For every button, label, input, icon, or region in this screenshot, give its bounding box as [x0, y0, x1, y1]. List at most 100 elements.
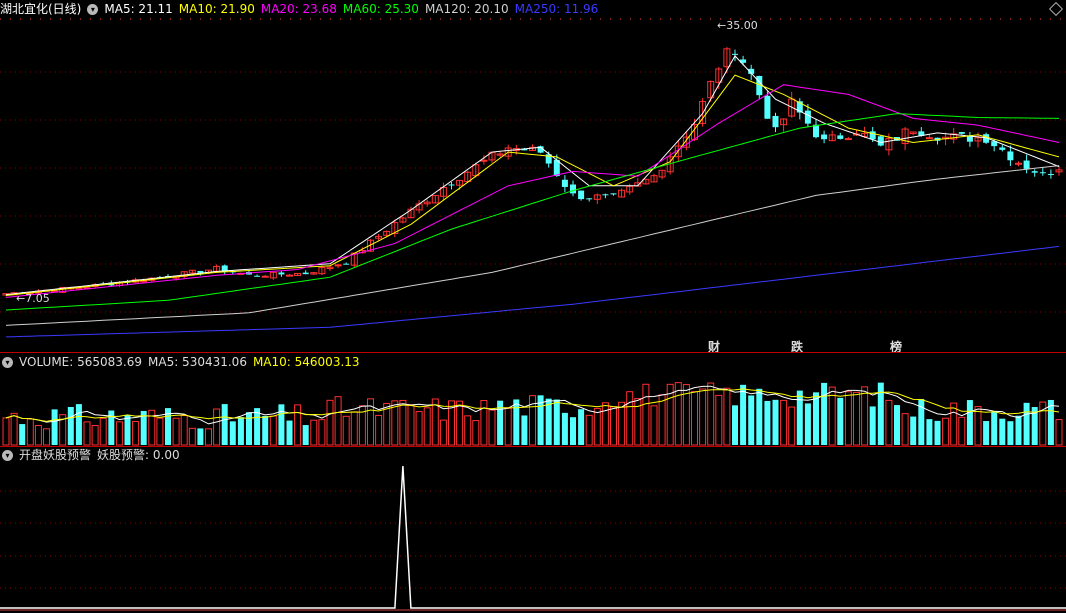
volume-bar [504, 407, 512, 446]
volume-bar [780, 399, 788, 446]
volume-bar [246, 412, 252, 445]
volume-bar [578, 409, 585, 445]
candle-body [877, 136, 884, 146]
volume-bar [699, 388, 707, 446]
candle-body [1007, 151, 1014, 161]
volume-bar [399, 399, 407, 446]
volume-bar [83, 421, 91, 446]
candle-body [925, 137, 933, 140]
volume-bar [19, 424, 26, 445]
volume-bar [326, 399, 334, 446]
volume-bar [318, 419, 326, 446]
candle-body [772, 115, 779, 128]
volume-bar [813, 392, 819, 445]
candle-body [448, 184, 455, 186]
volume-bar [837, 397, 844, 445]
volume-bar [748, 395, 755, 445]
volume-chart [2, 382, 1063, 446]
volume-bar [999, 418, 1006, 445]
volume-bar [464, 415, 472, 446]
volume-bar [75, 404, 82, 445]
volume-bar [974, 406, 982, 446]
volume-bar [869, 406, 876, 445]
volume-bar [91, 425, 99, 446]
volume-bar [480, 400, 488, 446]
volume-bar [294, 404, 302, 446]
volume-bar [796, 390, 803, 445]
volume-bar [1055, 419, 1063, 446]
volume-bar [10, 412, 18, 446]
volume-bar [334, 396, 342, 446]
volume-bar [302, 425, 309, 445]
volume-bar [197, 428, 204, 445]
volume-bar [67, 406, 74, 445]
volume-bar [934, 420, 941, 445]
high-label: ←35.00 [717, 19, 758, 32]
ma-line-ma250 [5, 245, 1060, 338]
volume-bar [26, 418, 34, 446]
volume-bar [124, 415, 131, 445]
candle-body [602, 194, 609, 196]
candle-body [821, 134, 828, 140]
volume-bar [229, 421, 236, 445]
volume-bar [618, 401, 626, 446]
volume-bar [237, 417, 244, 445]
candle-body [610, 193, 617, 195]
volume-bar [764, 400, 771, 445]
candle-body [837, 135, 844, 139]
volume-bar [472, 420, 480, 446]
volume-bar [423, 407, 431, 446]
volume-bar [205, 428, 212, 446]
volume-bar [1023, 402, 1030, 445]
volume-bar [950, 402, 958, 446]
volume-bar [844, 391, 852, 446]
volume-bar [853, 391, 860, 446]
volume-bar [488, 409, 496, 446]
volume-bar [278, 404, 285, 445]
volume-bar [885, 399, 893, 446]
volume-bar [894, 405, 900, 445]
volume-bar [375, 414, 383, 446]
candle-body [261, 275, 269, 278]
volume-bar [1007, 421, 1014, 445]
low-label: ←7.05 [16, 292, 50, 305]
volume-bar [707, 382, 715, 446]
candle-body [764, 95, 771, 119]
volume-bar [221, 404, 228, 445]
volume-bar [861, 386, 869, 446]
candle-body [334, 264, 342, 267]
volume-bar [593, 407, 601, 446]
candle-body [1031, 171, 1038, 173]
volume-bar [642, 383, 650, 446]
candle-body [254, 275, 261, 277]
candle-body [561, 179, 568, 187]
volume-bar [788, 406, 796, 446]
volume-bar [456, 400, 464, 446]
candle-body [343, 263, 350, 265]
price-chart: ←35.00 ←7.05 [0, 18, 1066, 338]
volume-bar [180, 415, 188, 446]
volume-bar [910, 416, 917, 445]
volume-bar [901, 413, 909, 446]
candle-body [1047, 174, 1054, 176]
volume-bar [942, 417, 950, 446]
volume-bar [132, 420, 140, 446]
indicator-chart [0, 465, 1066, 611]
volume-bar [1015, 415, 1022, 445]
volume-bar [2, 417, 10, 446]
volume-bar [286, 420, 293, 445]
ma-line-ma5 [5, 55, 1060, 296]
volume-bar [99, 417, 107, 446]
volume-bar [756, 388, 763, 445]
volume-bar [804, 403, 811, 445]
volume-bar [350, 411, 358, 446]
volume-ma5-line [5, 385, 1060, 425]
volume-bar [310, 419, 318, 446]
volume-bar [439, 419, 447, 446]
ma-line-ma120 [5, 165, 1060, 326]
volume-bar [521, 415, 528, 445]
volume-bar [415, 411, 423, 446]
candle-body [286, 274, 293, 277]
volume-bar [188, 427, 196, 446]
volume-bar [342, 415, 350, 446]
